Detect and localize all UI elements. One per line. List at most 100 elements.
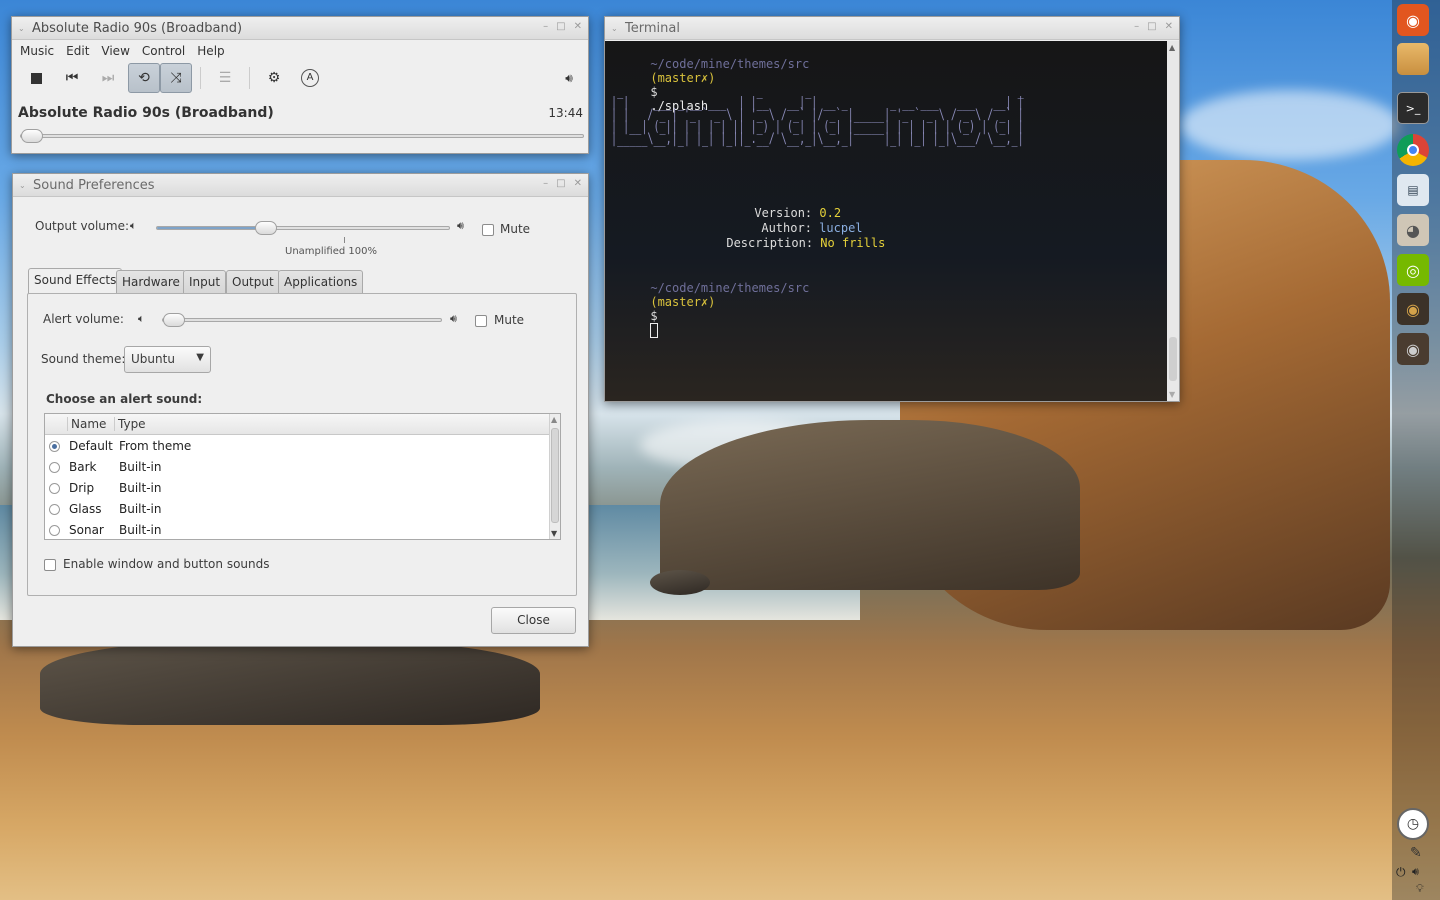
radio-button[interactable]	[49, 483, 60, 494]
window-title: Absolute Radio 90s (Broadband)	[32, 20, 243, 36]
tab-applications[interactable]: Applications	[278, 270, 364, 294]
seek-knob[interactable]	[21, 129, 43, 143]
table-row[interactable]: Default From theme	[45, 436, 550, 457]
volume-button[interactable]: 🔊︎	[558, 63, 580, 93]
menu-view[interactable]: View	[95, 44, 135, 58]
close-icon[interactable]: ✕	[574, 21, 582, 32]
folder-icon[interactable]	[1397, 43, 1429, 75]
scrollbar-thumb[interactable]	[551, 428, 559, 523]
terminal-output[interactable]: ~/code/mine/themes/src (master✗) $ ./spl…	[605, 41, 1167, 401]
window-menu-icon[interactable]: ⌄	[18, 24, 32, 33]
music-menubar: Music Edit View Control Help	[12, 40, 588, 61]
next-button[interactable]: ⏭	[92, 63, 124, 93]
table-row[interactable]: Bark Built-in	[45, 457, 550, 478]
radio-button[interactable]	[49, 504, 60, 515]
row-type: Built-in	[119, 481, 162, 495]
minimize-icon[interactable]: –	[1134, 21, 1139, 32]
minimize-icon[interactable]: –	[543, 178, 548, 189]
sound-prefs-titlebar[interactable]: ⌄ Sound Preferences – □ ✕	[13, 174, 588, 197]
row-name: Default	[69, 439, 113, 453]
unamplified-tick	[344, 237, 345, 243]
alert-mute-checkbox[interactable]	[475, 315, 487, 327]
menu-control[interactable]: Control	[136, 44, 191, 58]
sound-theme-label: Sound theme:	[41, 352, 126, 366]
radio-button[interactable]: A	[294, 63, 326, 93]
window-menu-icon[interactable]: ⌄	[19, 181, 33, 190]
terminal-scrollbar[interactable]: ▲ ▼	[1167, 41, 1179, 401]
splash-banner: _ _ _ _ | | ___ _ __ ___ | |__ __| | __ …	[611, 84, 1030, 146]
menu-help[interactable]: Help	[191, 44, 230, 58]
menu-edit[interactable]: Edit	[60, 44, 95, 58]
output-volume-slider[interactable]	[156, 221, 450, 235]
tab-hardware[interactable]: Hardware	[116, 270, 186, 294]
seek-slider[interactable]	[20, 129, 584, 143]
close-icon[interactable]: ✕	[574, 178, 582, 189]
row-type: Built-in	[119, 460, 162, 474]
toolbar-separator	[200, 67, 201, 89]
column-header-name[interactable]: Name	[67, 417, 106, 431]
scroll-down-icon[interactable]: ▼	[1169, 390, 1175, 399]
maximize-icon[interactable]: □	[1147, 21, 1156, 32]
close-icon[interactable]: ✕	[1165, 21, 1173, 32]
previous-button[interactable]: ⏮	[56, 63, 88, 93]
terminal-titlebar[interactable]: ⌄ Terminal – □ ✕	[605, 17, 1179, 40]
nvidia-icon[interactable]: ◎	[1397, 254, 1429, 286]
gimp-icon[interactable]: ◕	[1397, 214, 1429, 246]
playlist-icon: ☰	[218, 70, 232, 86]
enable-sounds-checkbox[interactable]	[44, 559, 56, 571]
tab-output[interactable]: Output	[226, 270, 280, 294]
column-header-type[interactable]: Type	[114, 417, 146, 431]
power-icon[interactable]: ⏻	[1396, 865, 1406, 880]
radio-button[interactable]	[49, 462, 60, 473]
alert-volume-knob[interactable]	[163, 313, 185, 327]
menu-music[interactable]: Music	[14, 44, 60, 58]
maximize-icon[interactable]: □	[556, 178, 565, 189]
playlist-button[interactable]: ☰	[209, 63, 241, 93]
list-header: Name Type	[45, 414, 550, 435]
output-volume-knob[interactable]	[255, 221, 277, 235]
music-player-titlebar[interactable]: ⌄ Absolute Radio 90s (Broadband) – □ ✕	[12, 17, 588, 40]
volume-indicator-icon[interactable]: 🔊︎	[1412, 865, 1419, 879]
alert-volume-slider[interactable]	[162, 313, 442, 327]
preferences-button[interactable]: ⚙	[258, 63, 290, 93]
volume-high-icon: 🔊︎	[450, 312, 457, 325]
table-row[interactable]: Sonar Built-in	[45, 520, 550, 539]
terminal-icon[interactable]: >_	[1397, 92, 1429, 124]
window-menu-icon[interactable]: ⌄	[611, 24, 625, 33]
stop-button[interactable]	[20, 63, 52, 93]
tab-strip: Sound Effects Hardware Input Output Appl…	[28, 268, 578, 294]
radio-button[interactable]	[49, 441, 60, 452]
row-name: Bark	[69, 460, 97, 474]
radio-button[interactable]	[49, 525, 60, 536]
music-toolbar: ⏮ ⏭ ⟲ ⤨ ☰ ⚙ A 🔊︎	[12, 61, 588, 95]
cursor	[650, 323, 659, 338]
description-value: No frills	[820, 236, 886, 250]
repeat-button[interactable]: ⟲	[128, 63, 160, 93]
speaker-icon: 🔊︎	[565, 70, 573, 85]
document-icon[interactable]: ▤	[1397, 174, 1429, 206]
chrome-icon[interactable]	[1397, 134, 1429, 166]
shuffle-button[interactable]: ⤨	[160, 63, 192, 93]
scrollbar-thumb[interactable]	[1169, 337, 1177, 381]
minimize-icon[interactable]: –	[543, 21, 548, 32]
row-name: Glass	[69, 502, 102, 516]
scroll-up-icon[interactable]: ▲	[1169, 43, 1175, 52]
scroll-down-icon[interactable]: ▼	[551, 529, 557, 538]
list-scrollbar[interactable]: ▲ ▼	[549, 414, 560, 539]
tab-panel: Alert volume: 🔈︎ 🔊︎ Mute Sound theme: Ub…	[27, 293, 577, 596]
sound-theme-dropdown[interactable]: Ubuntu ▼	[124, 346, 211, 373]
table-row[interactable]: Glass Built-in	[45, 499, 550, 520]
lightbulb-icon[interactable]: 💡︎	[1416, 882, 1424, 896]
output-mute-checkbox[interactable]	[482, 224, 494, 236]
tab-input[interactable]: Input	[183, 270, 227, 294]
pen-icon[interactable]: ✎	[1410, 845, 1422, 861]
scroll-up-icon[interactable]: ▲	[551, 415, 557, 424]
clock-icon[interactable]: ◷	[1397, 808, 1429, 840]
tab-sound-effects[interactable]: Sound Effects	[28, 268, 123, 294]
speaker-icon[interactable]: ◉	[1397, 293, 1429, 325]
speaker-icon[interactable]: ◉	[1397, 333, 1429, 365]
close-button[interactable]: Close	[491, 607, 576, 634]
table-row[interactable]: Drip Built-in	[45, 478, 550, 499]
ubuntu-icon[interactable]: ◉	[1397, 4, 1429, 36]
maximize-icon[interactable]: □	[556, 21, 565, 32]
